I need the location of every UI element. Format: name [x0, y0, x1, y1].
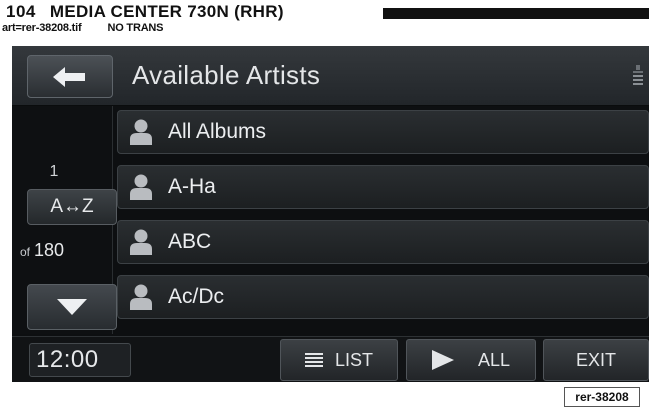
list-button-label: LIST	[334, 349, 373, 370]
list-button[interactable]: LIST	[280, 339, 398, 381]
person-icon	[130, 174, 152, 200]
signal-strength-icon	[633, 65, 643, 85]
person-icon	[130, 284, 152, 310]
list-item-label: ABC	[168, 230, 212, 253]
scroll-down-button[interactable]	[27, 284, 117, 330]
person-icon	[130, 119, 152, 145]
art-reference: art=rer-38208.tif NO TRANS	[2, 22, 164, 34]
media-center-screen: Available Artists 1 A↔Z of 180 All Album…	[12, 46, 649, 382]
az-sort-button[interactable]: A↔Z	[27, 189, 117, 225]
az-sort-label: A↔Z	[50, 196, 94, 217]
list-item-label: A-Ha	[168, 175, 216, 198]
list-item[interactable]: ABC	[117, 220, 649, 264]
list-navigation-panel: 1 A↔Z of 180	[12, 106, 117, 334]
play-all-label: ALL	[477, 349, 511, 370]
figure-tag: rer-38208	[564, 387, 640, 407]
art-filename: art=rer-38208.tif	[2, 22, 82, 34]
person-icon	[130, 229, 152, 255]
page-header-line: 104 MEDIA CENTER 730N (RHR)	[6, 2, 284, 22]
back-arrow-icon	[53, 66, 85, 87]
list-item-label: All Albums	[168, 120, 267, 143]
of-label: of	[20, 245, 31, 259]
play-icon	[431, 350, 454, 370]
back-button[interactable]	[27, 55, 113, 98]
list-item[interactable]: All Albums	[117, 110, 649, 154]
list-item[interactable]: A-Ha	[117, 165, 649, 209]
list-total: of 180	[20, 240, 64, 261]
clock-display[interactable]: 12:00	[29, 343, 131, 377]
total-count: 180	[34, 240, 65, 260]
header-rule	[383, 8, 649, 19]
bottom-bar: 12:00 LIST ALL EXIT	[12, 336, 649, 382]
list-position: 1	[49, 163, 59, 180]
list-item-label: Ac/Dc	[168, 285, 225, 308]
play-all-button[interactable]: ALL	[406, 339, 536, 381]
trans-note: NO TRANS	[107, 22, 164, 34]
down-arrow-icon	[57, 299, 87, 315]
title-bar: Available Artists	[12, 46, 649, 106]
exit-button[interactable]: EXIT	[543, 339, 649, 381]
exit-label: EXIT	[575, 349, 616, 370]
page-section-title: MEDIA CENTER 730N (RHR)	[49, 2, 284, 21]
list-icon	[304, 353, 323, 367]
page-number: 104	[6, 2, 36, 21]
screen-title: Available Artists	[132, 60, 321, 90]
list-item[interactable]: Ac/Dc	[117, 275, 649, 319]
